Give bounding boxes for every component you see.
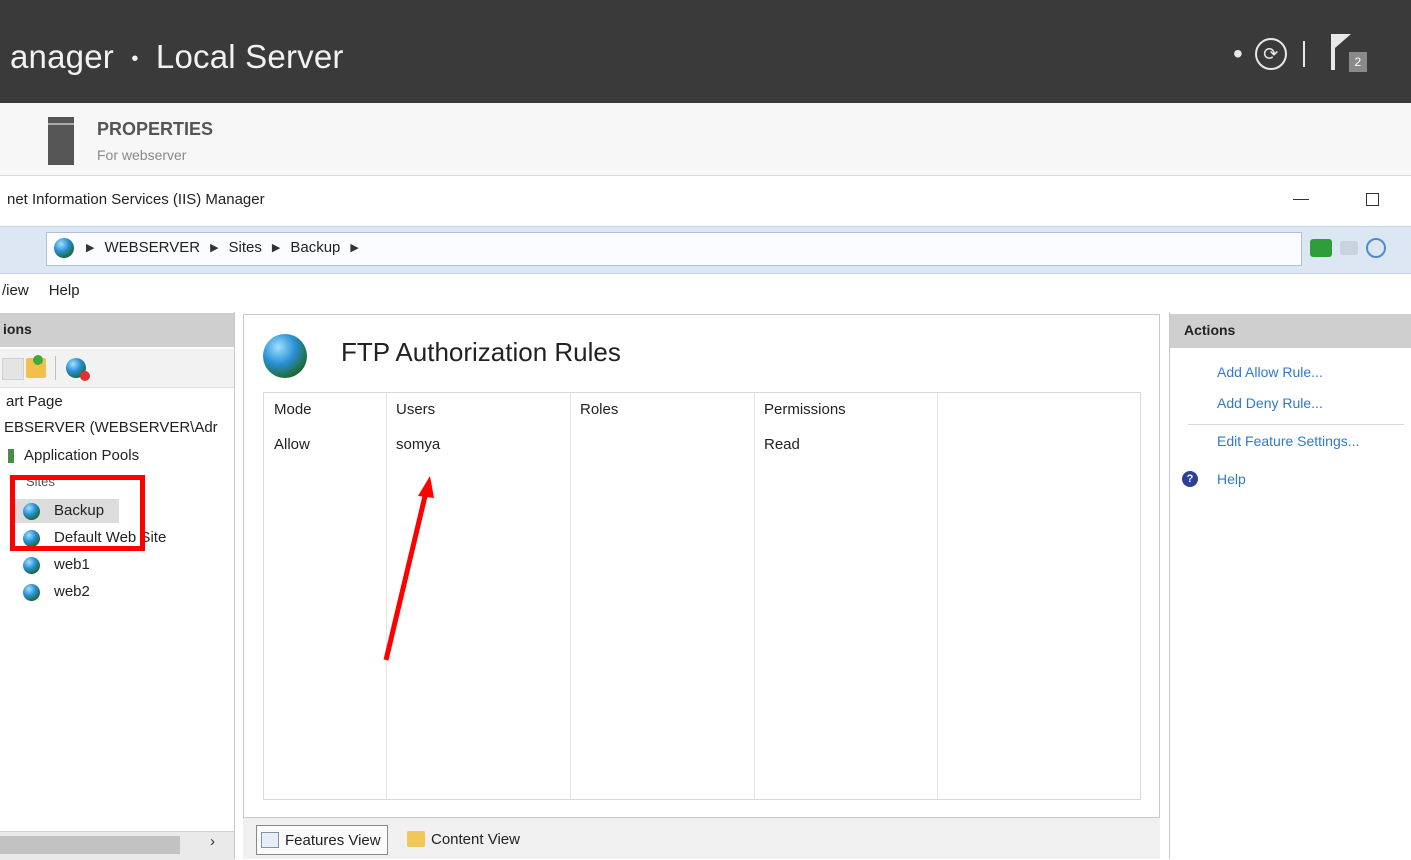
actions-header-label: Actions [1184,322,1236,338]
globe-icon [54,238,74,258]
tab-content-view[interactable]: Content View [407,825,520,853]
connections-header [0,313,234,347]
server-manager-breadcrumb: anager • Local Server [10,38,344,76]
address-toolbar [1310,234,1410,262]
help-link[interactable]: Help [1217,471,1246,487]
add-allow-rule-link[interactable]: Add Allow Rule... [1217,364,1323,380]
edit-feature-settings-link[interactable]: Edit Feature Settings... [1217,433,1359,449]
crumb-sites[interactable]: Sites [229,239,262,256]
cell-mode[interactable]: Allow [274,436,310,453]
refresh-icon[interactable]: ⟳ [1254,38,1287,70]
toolbar-separator [1302,41,1305,67]
annotation-highlight-box [10,475,145,551]
tree-server-node[interactable]: EBSERVER (WEBSERVER\Adr [4,419,218,436]
grid-column-divider [570,393,571,799]
crumb-arrow-icon[interactable]: ▶ [272,241,280,254]
crumb-arrow-icon[interactable]: ▶ [350,241,358,254]
site-globe-icon [23,557,40,574]
features-view-icon [261,832,279,848]
scroll-right-icon[interactable]: › [210,833,215,850]
server-manager-toolbar: • ⟳ 2 [1233,34,1367,74]
tab-features-view[interactable]: Features View [256,825,388,855]
annotation-arrow [383,476,434,661]
grid-column-divider [754,393,755,799]
crumb-arrow-icon[interactable]: ▶ [86,241,94,254]
dropdown-dot-icon[interactable]: • [1233,38,1243,70]
disconnect-icon[interactable] [66,358,90,381]
crumb-backup[interactable]: Backup [290,239,340,256]
ftp-authorization-globe-icon [263,334,307,378]
breadcrumb-prefix: anager [10,38,114,75]
grid-column-divider [937,393,938,799]
cell-users[interactable]: somya [396,436,440,453]
server-icon [48,117,74,165]
actions-divider [1188,424,1404,425]
tab-content-label: Content View [431,830,520,848]
toolbar-separator [55,356,56,380]
add-deny-rule-link[interactable]: Add Deny Rule... [1217,395,1323,411]
open-folder-icon[interactable] [26,355,46,378]
menu-bar: /iew Help [0,280,80,308]
crumb-webserver[interactable]: WEBSERVER [104,239,200,256]
breadcrumb-separator: • [131,47,139,70]
properties-title: PROPERTIES [97,119,214,139]
minimize-button[interactable] [1287,184,1317,214]
column-header-permissions[interactable]: Permissions [764,401,846,418]
content-view-icon [407,831,425,847]
menu-view[interactable]: /iew [2,280,29,308]
application-pools-icon [8,449,14,463]
address-breadcrumb: ▶ WEBSERVER ▶ Sites ▶ Backup ▶ [86,239,359,256]
breadcrumb-current[interactable]: Local Server [156,38,344,75]
crumb-arrow-icon[interactable]: ▶ [210,241,218,254]
go-icon[interactable] [1310,239,1332,257]
stop-icon[interactable] [1340,241,1358,255]
tree-start-page[interactable]: art Page [6,393,63,410]
properties-subtitle: For webserver [97,147,187,163]
feature-title: FTP Authorization Rules [341,337,621,367]
iis-window-title: net Information Services (IIS) Manager [7,191,265,208]
site-globe-icon [23,584,40,601]
tab-features-label: Features View [285,831,381,849]
tree-application-pools[interactable]: Application Pools [24,447,139,464]
scrollbar-thumb[interactable] [0,836,180,854]
column-header-users[interactable]: Users [396,401,435,418]
menu-help[interactable]: Help [49,280,80,308]
tree-site-web1[interactable]: web1 [54,556,90,573]
column-header-mode[interactable]: Mode [274,401,312,418]
help-icon: ? [1182,471,1198,487]
cell-permissions[interactable]: Read [764,436,800,453]
maximize-button[interactable] [1360,186,1386,212]
refresh-icon[interactable] [1366,238,1386,258]
notification-count-badge: 2 [1348,52,1367,72]
column-header-roles[interactable]: Roles [580,401,618,418]
connections-header-label: ions [3,321,32,337]
new-connection-icon[interactable] [2,358,24,380]
notifications-flag-icon[interactable]: 2 [1327,32,1367,76]
tree-site-web2[interactable]: web2 [54,583,90,600]
